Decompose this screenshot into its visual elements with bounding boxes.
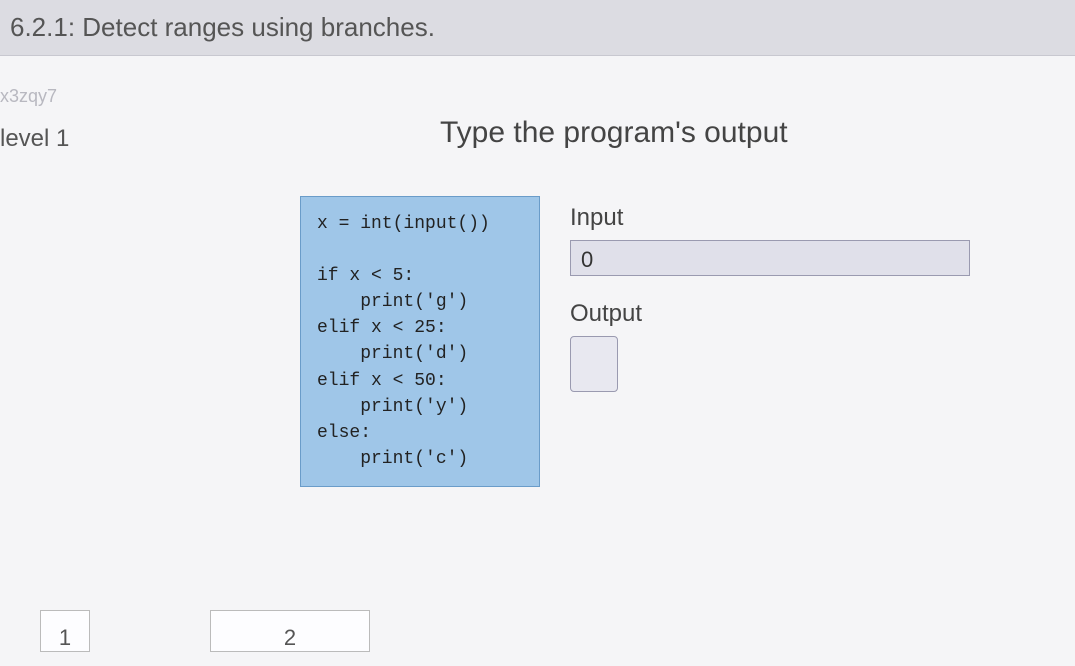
exercise-row: x = int(input()) if x < 5: print('g') el…	[300, 196, 990, 487]
nav-next[interactable]: 2	[210, 610, 370, 652]
prompt-title: Type the program's output	[440, 116, 788, 150]
io-column: Input 0 Output	[570, 196, 990, 392]
activity-header: 6.2.1: Detect ranges using branches.	[0, 0, 1075, 56]
output-answer-box[interactable]	[570, 336, 618, 392]
output-label: Output	[570, 300, 990, 328]
bottom-nav: 1 2	[0, 610, 370, 652]
input-label: Input	[570, 204, 990, 232]
code-box: x = int(input()) if x < 5: print('g') el…	[300, 196, 540, 487]
input-value-box: 0	[570, 240, 970, 276]
nav-prev-label: 1	[59, 625, 71, 651]
nav-next-label: 2	[284, 625, 296, 651]
nav-prev[interactable]: 1	[40, 610, 90, 652]
watermark-text: x3zqy7	[0, 56, 1075, 107]
activity-title: 6.2.1: Detect ranges using branches.	[10, 12, 435, 42]
content-area: x3zqy7 level 1 Type the program's output…	[0, 56, 1075, 153]
